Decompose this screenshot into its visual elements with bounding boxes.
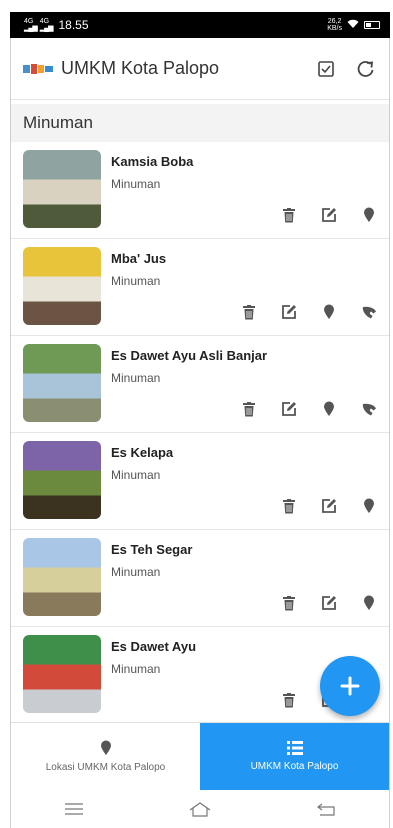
item-name: Es Dawet Ayu Asli Banjar: [111, 348, 268, 363]
app-bar: UMKM Kota Palopo: [11, 38, 389, 100]
status-bar: 4G ▂▄▆ 4G ▂▄▆ 18.55 26,2 KB/s: [10, 12, 390, 38]
status-time: 18.55: [58, 18, 89, 32]
umkm-list: Kamsia Boba Minuman Mba' Jus Minuman Es Dawe…: [11, 142, 389, 722]
phone-icon[interactable]: [349, 299, 389, 325]
item-category: Minuman: [111, 662, 161, 676]
menu-button[interactable]: [54, 794, 94, 824]
app-frame: UMKM Kota Palopo Minuman Kamsia Boba Minu…: [10, 38, 390, 828]
location-pin-icon: [100, 740, 111, 755]
home-button[interactable]: [180, 794, 220, 824]
location-pin-icon[interactable]: [349, 493, 389, 519]
network-speed: 26,2 KB/s: [327, 18, 342, 32]
section-header: Minuman: [11, 104, 389, 142]
item-category: Minuman: [111, 565, 161, 579]
refresh-icon[interactable]: [349, 52, 383, 86]
list-icon: [286, 741, 303, 755]
item-thumbnail: [23, 538, 101, 616]
delete-icon[interactable]: [269, 493, 309, 519]
edit-icon[interactable]: [309, 590, 349, 616]
phone-icon[interactable]: [349, 396, 389, 422]
item-category: Minuman: [111, 371, 161, 385]
location-pin-icon[interactable]: [309, 396, 349, 422]
list-item[interactable]: Es Kelapa Minuman: [11, 433, 389, 530]
item-actions: [269, 590, 389, 616]
list-item[interactable]: Es Teh Segar Minuman: [11, 530, 389, 627]
delete-icon[interactable]: [269, 202, 309, 228]
plus-icon: [340, 676, 360, 696]
section-title: Minuman: [23, 113, 93, 132]
system-nav: [11, 790, 389, 828]
delete-icon[interactable]: [229, 396, 269, 422]
list-item[interactable]: Es Dawet Ayu Asli Banjar Minuman: [11, 336, 389, 433]
umkm-logo-icon: [23, 62, 53, 76]
item-actions: [269, 493, 389, 519]
nav-lokasi-label: Lokasi UMKM Kota Palopo: [45, 762, 166, 773]
item-thumbnail: [23, 441, 101, 519]
delete-icon[interactable]: [269, 687, 309, 713]
location-pin-icon[interactable]: [349, 590, 389, 616]
menu-icon: [65, 803, 83, 815]
item-actions: [269, 202, 389, 228]
item-category: Minuman: [111, 274, 161, 288]
checkbox-icon[interactable]: [309, 52, 343, 86]
signal-2: 4G ▂▄▆: [39, 18, 54, 32]
list-item[interactable]: Mba' Jus Minuman: [11, 239, 389, 336]
item-thumbnail: [23, 344, 101, 422]
item-thumbnail: [23, 247, 101, 325]
edit-icon[interactable]: [309, 202, 349, 228]
back-button[interactable]: [306, 794, 346, 824]
item-name: Es Kelapa: [111, 445, 174, 460]
nav-lokasi[interactable]: Lokasi UMKM Kota Palopo: [11, 723, 200, 790]
delete-icon[interactable]: [269, 590, 309, 616]
edit-icon[interactable]: [269, 396, 309, 422]
home-icon: [189, 802, 211, 817]
item-name: Es Teh Segar: [111, 542, 193, 557]
nav-umkm-label: UMKM Kota Palopo: [250, 761, 339, 772]
signal-1: 4G ▂▄▆: [24, 18, 38, 32]
edit-icon[interactable]: [309, 493, 349, 519]
bottom-nav: Lokasi UMKM Kota Palopo UMKM Kota Palopo: [11, 722, 389, 790]
item-category: Minuman: [111, 177, 161, 191]
nav-umkm[interactable]: UMKM Kota Palopo: [200, 723, 389, 790]
wifi-icon: [347, 19, 359, 31]
page-title: UMKM Kota Palopo: [61, 58, 220, 78]
item-thumbnail: [23, 150, 101, 228]
item-thumbnail: [23, 635, 101, 713]
delete-icon[interactable]: [229, 299, 269, 325]
item-name: Es Dawet Ayu: [111, 639, 197, 654]
add-button[interactable]: [320, 656, 380, 716]
item-actions: [229, 299, 389, 325]
back-icon: [317, 803, 335, 816]
item-actions: [229, 396, 389, 422]
location-pin-icon[interactable]: [349, 202, 389, 228]
edit-icon[interactable]: [269, 299, 309, 325]
item-name: Kamsia Boba: [111, 154, 194, 169]
location-pin-icon[interactable]: [309, 299, 349, 325]
item-category: Minuman: [111, 468, 161, 482]
list-item[interactable]: Kamsia Boba Minuman: [11, 142, 389, 239]
item-name: Mba' Jus: [111, 251, 167, 266]
battery-icon: [364, 21, 380, 29]
